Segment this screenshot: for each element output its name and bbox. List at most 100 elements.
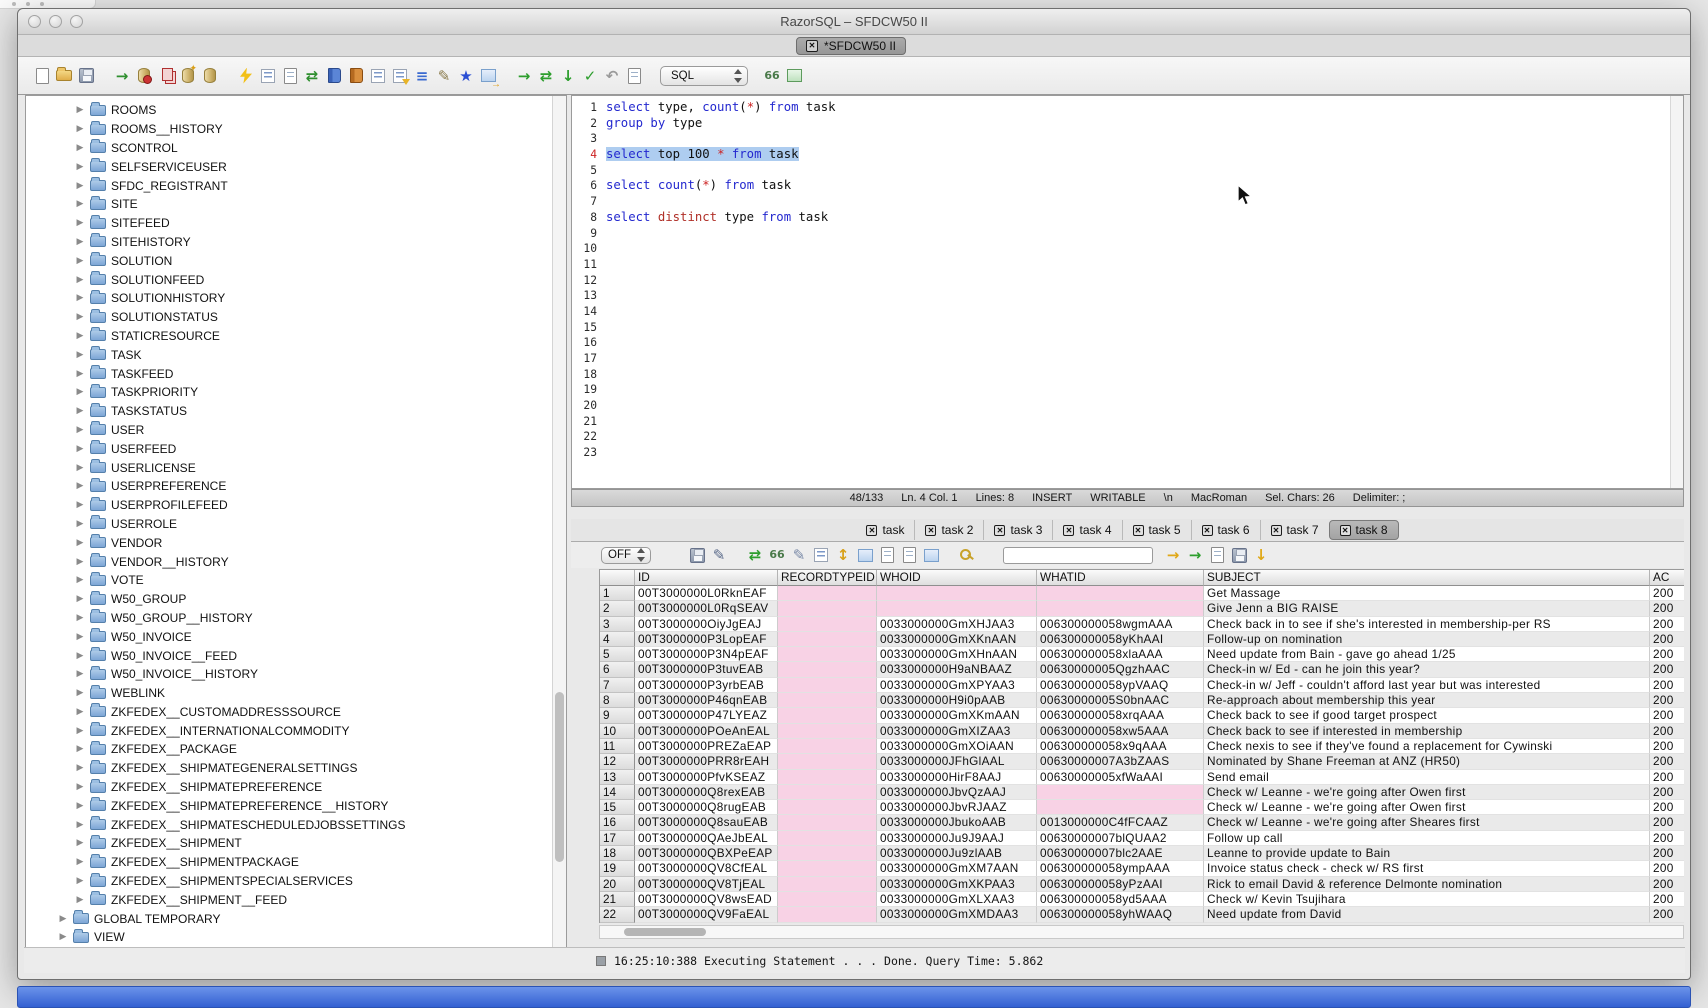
cell-ac[interactable]: 200	[1650, 662, 1684, 677]
row-number[interactable]: 13	[600, 770, 635, 785]
row-number[interactable]: 14	[600, 785, 635, 800]
tree-item-w50-invoice[interactable]: ▶W50_INVOICE	[26, 627, 566, 646]
cell-ac[interactable]: 200	[1650, 586, 1684, 601]
disclosure-triangle-icon[interactable]: ▶	[75, 406, 85, 416]
cell-whatid[interactable]: 00630000007blc2AAE	[1037, 846, 1204, 861]
cell-whoid[interactable]: 0033000000GmXHnAAN	[877, 647, 1037, 662]
cell-whoid[interactable]	[877, 601, 1037, 616]
import-data-icon[interactable]: →	[1185, 545, 1205, 565]
results-tab-task[interactable]: ✕task	[856, 520, 914, 540]
execute-sql-icon[interactable]	[236, 66, 256, 86]
cell-whoid[interactable]: 0033000000GmXLXAA3	[877, 892, 1037, 907]
cell-ac[interactable]: 200	[1650, 601, 1684, 616]
switch-connection-icon[interactable]: ⇄	[536, 66, 556, 86]
editor-line[interactable]: 8select distinct type from task	[572, 210, 1683, 226]
copy-selection-icon[interactable]	[899, 545, 919, 565]
editor-line[interactable]: 10	[572, 241, 1683, 257]
cell-subject[interactable]: Nominated by Shane Freeman at ANZ (HR50)	[1204, 754, 1650, 769]
tree-item-userrole[interactable]: ▶USERROLE	[26, 515, 566, 534]
cell-recordtypeid[interactable]	[778, 770, 877, 785]
cell-subject[interactable]: Invoice status check - check w/ RS first	[1204, 861, 1650, 876]
edit-cell-icon[interactable]: ✎	[789, 545, 809, 565]
tree-item-sitehistory[interactable]: ▶SITEHISTORY	[26, 233, 566, 252]
row-number[interactable]: 3	[600, 617, 635, 632]
cell-ac[interactable]: 200	[1650, 754, 1684, 769]
tree-item-rooms-history[interactable]: ▶ROOMS__HISTORY	[26, 120, 566, 139]
tree-view-icon[interactable]	[811, 545, 831, 565]
results-tab-task-6[interactable]: ✕task 6	[1191, 520, 1260, 540]
cell-id[interactable]: 00T3000000PRR8rEAH	[635, 754, 778, 769]
view-row-icon[interactable]: 66	[767, 545, 787, 565]
execute-down-icon[interactable]: ↓	[558, 66, 578, 86]
disclosure-triangle-icon[interactable]: ▶	[75, 688, 85, 698]
describe-table-icon[interactable]	[258, 66, 278, 86]
cell-recordtypeid[interactable]	[778, 601, 877, 616]
cell-whoid[interactable]: 0033000000H9aNBAAZ	[877, 662, 1037, 677]
help-book-orange-icon[interactable]	[346, 66, 366, 86]
edit-mode-icon[interactable]: ✎	[709, 545, 729, 565]
commit-icon[interactable]: ✓	[580, 66, 600, 86]
cell-id[interactable]: 00T3000000QV8TjEAL	[635, 877, 778, 892]
save-grid-icon[interactable]	[1229, 545, 1249, 565]
row-limit-select[interactable]: OFF	[601, 547, 651, 564]
disclosure-triangle-icon[interactable]: ▶	[75, 312, 85, 322]
copy-table-icon[interactable]	[156, 66, 176, 86]
cell-ac[interactable]: 200	[1650, 647, 1684, 662]
cell-ac[interactable]: 200	[1650, 678, 1684, 693]
cell-id[interactable]: 00T3000000P3N4pEAF	[635, 647, 778, 662]
disclosure-triangle-icon[interactable]: ▶	[75, 105, 85, 115]
cell-recordtypeid[interactable]	[778, 586, 877, 601]
cell-ac[interactable]: 200	[1650, 724, 1684, 739]
export-data-icon[interactable]	[280, 66, 300, 86]
cell-subject[interactable]: Need update from David	[1204, 907, 1650, 922]
tree-item-view[interactable]: ▶VIEW	[26, 928, 566, 947]
cell-whatid[interactable]	[1037, 586, 1204, 601]
cell-whatid[interactable]: 00630000007blQUAA2	[1037, 831, 1204, 846]
row-number[interactable]: 19	[600, 861, 635, 876]
results-grid-icon[interactable]	[784, 66, 804, 86]
cell-whoid[interactable]: 0033000000GmXOiAAN	[877, 739, 1037, 754]
cell-whatid[interactable]	[1037, 785, 1204, 800]
export-results-icon[interactable]	[855, 545, 875, 565]
filter-sort-icon[interactable]	[390, 66, 410, 86]
disclosure-triangle-icon[interactable]: ▶	[75, 594, 85, 604]
tree-item-w50-group-history[interactable]: ▶W50_GROUP__HISTORY	[26, 609, 566, 628]
cell-subject[interactable]: Rick to email David & reference Delmonte…	[1204, 877, 1650, 892]
tab-close-icon[interactable]: ✕	[1202, 525, 1213, 536]
table-browser-tree[interactable]: ▶ROOMS▶ROOMS__HISTORY▶SCONTROL▶SELFSERVI…	[25, 95, 567, 949]
cell-recordtypeid[interactable]	[778, 892, 877, 907]
disclosure-triangle-icon[interactable]: ▶	[75, 651, 85, 661]
row-number[interactable]: 18	[600, 846, 635, 861]
cell-id[interactable]: 00T3000000P3LopEAF	[635, 632, 778, 647]
results-hscrollbar[interactable]	[599, 925, 1684, 939]
row-number[interactable]: 22	[600, 907, 635, 922]
disclosure-triangle-icon[interactable]: ▶	[75, 199, 85, 209]
cell-ac[interactable]: 200	[1650, 861, 1684, 876]
tree-item-solutionhistory[interactable]: ▶SOLUTIONHISTORY	[26, 289, 566, 308]
cell-ac[interactable]: 200	[1650, 739, 1684, 754]
cell-whoid[interactable]: 0033000000GmXIZAA3	[877, 724, 1037, 739]
cell-whoid[interactable]: 0033000000HirF8AAJ	[877, 770, 1037, 785]
cell-id[interactable]: 00T3000000QV9FaEAL	[635, 907, 778, 922]
editor-line[interactable]: 12	[572, 273, 1683, 289]
cell-ac[interactable]: 200	[1650, 815, 1684, 830]
disclosure-triangle-icon[interactable]: ▶	[75, 744, 85, 754]
cell-id[interactable]: 00T3000000L0RqSEAV	[635, 601, 778, 616]
new-note-icon[interactable]	[1207, 545, 1227, 565]
column-header-ac[interactable]: AC	[1650, 570, 1684, 586]
column-info-icon[interactable]	[368, 66, 388, 86]
cell-whoid[interactable]: 0033000000GmXPYAA3	[877, 678, 1037, 693]
tree-item-site[interactable]: ▶SITE	[26, 195, 566, 214]
cell-whatid[interactable]: 006300000058ypVAAQ	[1037, 678, 1204, 693]
tree-item-scontrol[interactable]: ▶SCONTROL	[26, 139, 566, 158]
cell-whatid[interactable]: 006300000058xlaAAA	[1037, 647, 1204, 662]
row-number[interactable]: 5	[600, 647, 635, 662]
cell-subject[interactable]: Check-in w/ Jeff - couldn't afford last …	[1204, 678, 1650, 693]
row-number[interactable]: 2	[600, 601, 635, 616]
disclosure-triangle-icon[interactable]: ▶	[75, 876, 85, 886]
cell-subject[interactable]: Give Jenn a BIG RAISE	[1204, 601, 1650, 616]
column-header-whoid[interactable]: WHOID	[877, 570, 1037, 586]
find-next-icon[interactable]: →	[1163, 545, 1183, 565]
cell-id[interactable]: 00T3000000QAeJbEAL	[635, 831, 778, 846]
editor-line[interactable]: 23	[572, 445, 1683, 461]
